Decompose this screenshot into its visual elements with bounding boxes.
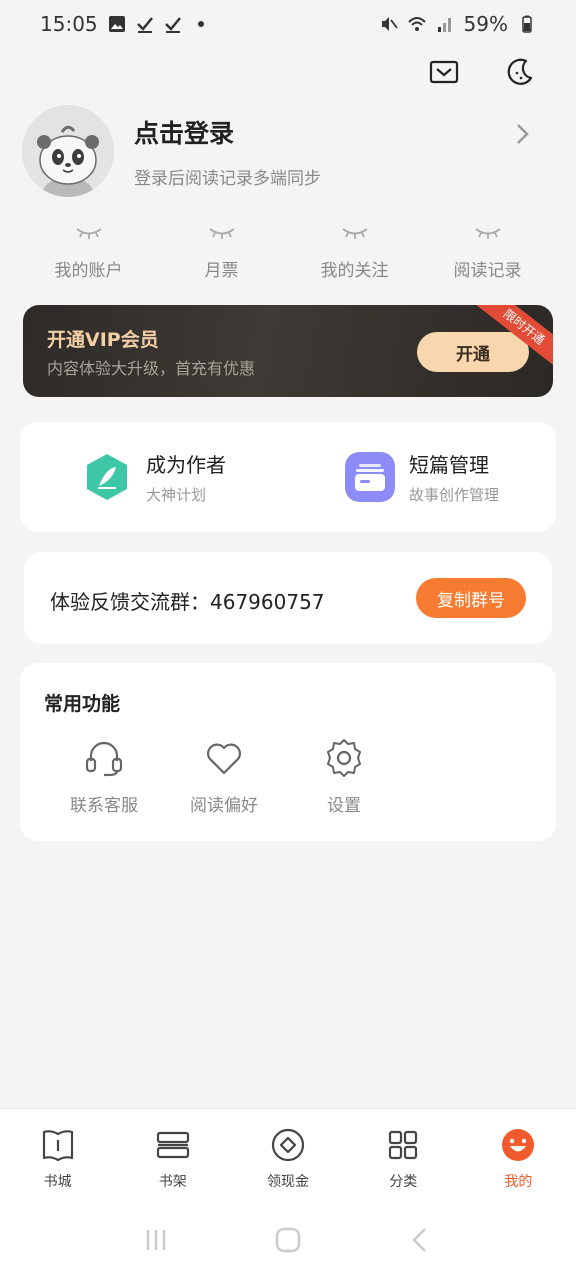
closed-eye-icon [341,228,368,239]
stat-account[interactable]: 我的账户 [22,226,155,286]
coin-icon [271,1128,305,1162]
battery-text: 59% [463,12,508,36]
nav-mine[interactable]: 我的 [461,1109,576,1200]
headset-icon [85,741,123,777]
avatar [22,105,114,197]
stat-label: 月票 [204,261,239,281]
nav-cash[interactable]: 领现金 [230,1109,345,1200]
gear-icon [327,739,361,777]
shelf-icon [156,1131,189,1159]
dot-icon [197,21,204,27]
feedback-group-text: 体验反馈交流群：467960757 [50,590,325,614]
stat-monthly-ticket[interactable]: 月票 [155,226,288,286]
stat-reading-history[interactable]: 阅读记录 [421,226,554,286]
panda-avatar-icon [22,105,114,197]
section-title: 常用功能 [44,693,121,715]
nav-label: 书城 [43,1174,72,1190]
nav-bookstore[interactable]: 书城 [0,1109,115,1200]
closed-eye-icon [208,228,235,239]
night-mode-icon[interactable] [504,56,536,88]
feature-subtitle: 故事创作管理 [408,486,499,504]
book-icon [42,1130,73,1162]
login-profile[interactable]: 点击登录 登录后阅读记录多端同步 [22,104,554,198]
grid-icon [389,1130,418,1160]
common-functions-card: 常用功能 联系客服 阅读偏好 设置 [20,663,556,841]
stat-following[interactable]: 我的关注 [288,226,421,286]
signal-icon [437,18,451,32]
mail-icon[interactable] [428,56,460,88]
creator-features-card: 成为作者 大神计划 短篇管理 故事创作管理 [20,422,556,532]
nav-label: 领现金 [267,1174,309,1190]
copy-group-number-button[interactable]: 复制群号 [416,578,526,618]
mute-icon [381,17,398,31]
reading-preference-entry[interactable]: 阅读偏好 [164,737,284,816]
vip-title: 开通VIP会员 [47,329,159,351]
nav-label: 书架 [158,1174,187,1190]
nav-label: 分类 [389,1174,418,1190]
login-subtitle: 登录后阅读记录多端同步 [134,168,321,189]
become-author-entry[interactable]: 成为作者 大神计划 [20,449,288,505]
customer-service-entry[interactable]: 联系客服 [44,737,164,816]
closed-eye-icon [474,228,501,239]
account-stats: 我的账户 月票 我的关注 阅读记录 [22,226,554,286]
feature-subtitle: 大神计划 [146,486,207,504]
system-navigation [0,1200,576,1280]
vip-open-button[interactable]: 开通 [417,332,529,372]
login-title[interactable]: 点击登录 [134,114,321,150]
check-icon [136,17,153,33]
chevron-right-icon[interactable] [512,122,532,146]
cards-icon [344,452,395,502]
status-time: 15:05 [40,12,98,36]
bottom-navigation: 书城 书架 领现金 分类 我的 [0,1108,576,1200]
heart-icon [207,743,241,775]
battery-icon [522,15,532,33]
check-icon [164,17,181,33]
stat-label: 我的账户 [54,261,123,281]
common-item-label: 联系客服 [70,796,138,816]
common-item-label: 设置 [327,796,361,816]
smile-icon [502,1129,535,1161]
feedback-group-card: 体验反馈交流群：467960757 复制群号 [24,552,552,644]
top-actions [428,56,536,88]
feature-title: 成为作者 [146,453,226,477]
nav-bookshelf[interactable]: 书架 [115,1109,230,1200]
status-bar: 15:05 59% [0,0,576,48]
feature-title: 短篇管理 [408,453,489,477]
feather-icon [87,454,127,500]
home-icon[interactable] [273,1225,303,1255]
settings-entry[interactable]: 设置 [284,737,404,816]
image-icon [108,16,125,32]
common-item-label: 阅读偏好 [190,796,258,816]
stat-label: 阅读记录 [453,261,522,281]
vip-banner[interactable]: 开通VIP会员 内容体验大升级，首充有优惠 开通 限时开通 [23,305,553,397]
wifi-icon [407,17,426,31]
stat-label: 我的关注 [320,261,389,281]
vip-subtitle: 内容体验大升级，首充有优惠 [47,359,256,378]
short-story-management-entry[interactable]: 短篇管理 故事创作管理 [288,449,556,505]
recent-apps-icon[interactable] [141,1225,171,1255]
nav-label: 我的 [504,1174,533,1190]
closed-eye-icon [75,228,102,239]
nav-category[interactable]: 分类 [346,1109,461,1200]
back-icon[interactable] [405,1225,435,1255]
